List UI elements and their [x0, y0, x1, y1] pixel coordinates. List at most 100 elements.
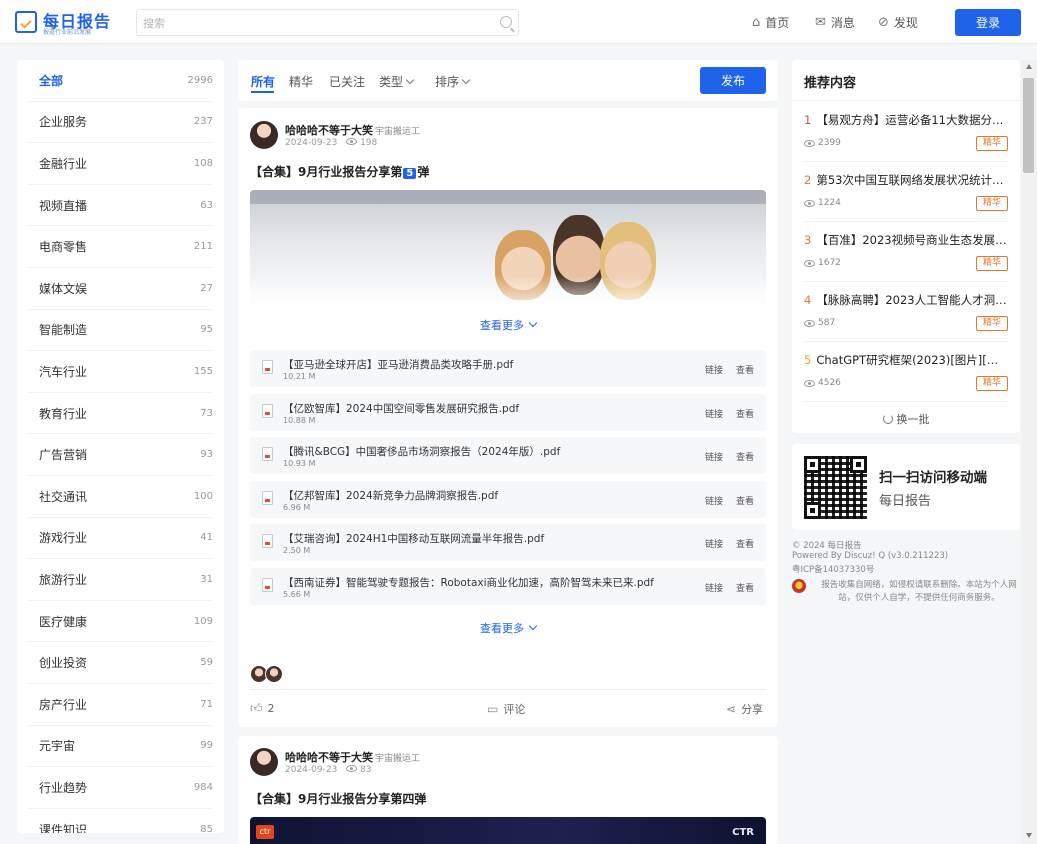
recommend-item[interactable]: 4 【脉脉高聘】2023人工智能人才洞察报告 587 精华	[804, 282, 1008, 342]
attachment-item[interactable]: 【亿欧智库】2024中国空间零售发展研究报告.pdf 10.88 M 链接 查看	[250, 393, 766, 431]
attachment-name[interactable]: 【腾讯&BCG】中国奢侈品市场洞察报告（2024年版）.pdf	[283, 444, 560, 459]
post-hero-image[interactable]: ctr CTR	[250, 817, 766, 844]
scrollbar[interactable]	[1021, 60, 1037, 844]
author-avatar[interactable]	[250, 121, 278, 149]
post-title[interactable]: 【合集】9月行业报告分享第四弹	[250, 790, 426, 807]
post-card: 哈哈哈不等于大笑 宇宙搬运工 2024-09-23 198 【合集】9月行业报告…	[238, 108, 778, 727]
attachment-name[interactable]: 【亿欧智库】2024中国空间零售发展研究报告.pdf	[283, 401, 519, 416]
search-box[interactable]	[136, 9, 519, 36]
recommend-item-title[interactable]: 1 【易观方舟】运营必备11大数据分析模型	[804, 112, 1008, 128]
attachment-view-button[interactable]: 查看	[736, 581, 754, 594]
chevron-down-icon	[461, 75, 471, 85]
category-item[interactable]: 智能制造 95	[27, 310, 213, 352]
recommend-item-title[interactable]: 3 【百准】2023视频号商业生态发展报告	[804, 232, 1008, 248]
category-item[interactable]: 教育行业 73	[27, 393, 213, 435]
recommend-item-title[interactable]: 2 第53次中国互联网络发展状况统计报告	[804, 172, 1008, 188]
attachment-item[interactable]: 【艾瑞咨询】2024H1中国移动互联网流量半年报告.pdf 2.50 M 链接 查看	[250, 524, 766, 562]
site-logo[interactable]: 每日报告 报道行业前沿发展	[15, 9, 115, 37]
category-item[interactable]: 全部 2996	[27, 60, 213, 102]
tab-sort[interactable]: 排序	[435, 73, 471, 90]
icp-number[interactable]: 粤ICP备14037330号	[792, 563, 874, 575]
tab-essence[interactable]: 精华	[289, 73, 313, 90]
attachment-link-button[interactable]: 链接	[705, 407, 723, 420]
category-item[interactable]: 社交通讯 100	[27, 476, 213, 518]
attachment-view-button[interactable]: 查看	[736, 494, 754, 507]
recommend-rank: 3	[804, 233, 812, 247]
attachment-link-button[interactable]: 链接	[705, 450, 723, 463]
like-button[interactable]: 👍︎ 2	[250, 701, 275, 716]
view-more-content-link[interactable]: 查看更多	[238, 317, 778, 333]
comment-icon: ▭	[487, 702, 499, 716]
tab-type[interactable]: 类型	[379, 73, 415, 90]
post-hero-image[interactable]	[250, 190, 766, 315]
author-name[interactable]: 哈哈哈不等于大笑	[285, 122, 373, 138]
category-count: 63	[200, 199, 213, 211]
scroll-up-arrow-icon[interactable]	[1026, 64, 1032, 69]
attachment-name[interactable]: 【亿邦智库】2024新竞争力品牌洞察报告.pdf	[283, 488, 498, 503]
category-item[interactable]: 电商零售 211	[27, 226, 213, 268]
search-icon[interactable]	[500, 16, 512, 28]
attachment-item[interactable]: 【亚马逊全球开店】亚马逊消费品类攻略手册.pdf 10.21 M 链接 查看	[250, 350, 766, 387]
attachment-item[interactable]: 【西南证券】智能驾驶专题报告：Robotaxi商业化加速，高阶智驾未来已来.pd…	[250, 568, 766, 605]
category-item[interactable]: 媒体文娱 27	[27, 268, 213, 310]
attachment-name[interactable]: 【亚马逊全球开店】亚马逊消费品类攻略手册.pdf	[283, 357, 513, 372]
category-item[interactable]: 行业趋势 984	[27, 767, 213, 809]
attachment-name[interactable]: 【艾瑞咨询】2024H1中国移动互联网流量半年报告.pdf	[283, 531, 544, 546]
post-title[interactable]: 【合集】9月行业报告分享第 5 弹	[250, 163, 429, 180]
qr-finder	[804, 502, 821, 519]
category-item[interactable]: 游戏行业 41	[27, 518, 213, 560]
category-item[interactable]: 金融行业 108	[27, 143, 213, 185]
tab-all[interactable]: 所有	[251, 73, 275, 90]
attachment-view-button[interactable]: 查看	[736, 537, 754, 550]
publish-button[interactable]: 发布	[700, 67, 766, 94]
attachment-view-button[interactable]: 查看	[736, 450, 754, 463]
attachment-link-button[interactable]: 链接	[705, 494, 723, 507]
attachment-item[interactable]: 【亿邦智库】2024新竞争力品牌洞察报告.pdf 6.96 M 链接 查看	[250, 480, 766, 518]
category-item[interactable]: 汽车行业 155	[27, 351, 213, 393]
recommend-item-title[interactable]: 4 【脉脉高聘】2023人工智能人才洞察报告	[804, 292, 1008, 308]
attachment-view-button[interactable]: 查看	[736, 363, 754, 376]
attachment-view-button[interactable]: 查看	[736, 407, 754, 420]
pdf-file-icon	[262, 403, 273, 418]
scroll-down-arrow-icon[interactable]	[1026, 833, 1032, 838]
post-views: 198	[360, 138, 378, 148]
author-avatar[interactable]	[250, 748, 278, 776]
liker-avatars[interactable]	[250, 665, 286, 683]
view-more-files-link[interactable]: 查看更多	[238, 620, 778, 636]
nav-messages[interactable]: ✉ 消息	[815, 14, 855, 31]
category-item[interactable]: 旅游行业 31	[27, 559, 213, 601]
pdf-file-icon	[262, 360, 273, 374]
attachment-link-button[interactable]: 链接	[705, 363, 723, 376]
attachment-name[interactable]: 【西南证券】智能驾驶专题报告：Robotaxi商业化加速，高阶智驾未来已来.pd…	[283, 575, 654, 590]
attachment-link-button[interactable]: 链接	[705, 537, 723, 550]
tab-followed[interactable]: 已关注	[329, 73, 365, 90]
attachment-item[interactable]: 【腾讯&BCG】中国奢侈品市场洞察报告（2024年版）.pdf 10.93 M 链接…	[250, 437, 766, 475]
recommend-item-title[interactable]: 5 ChatGPT研究框架(2023)[图片][附件]	[804, 352, 1008, 368]
search-input[interactable]	[143, 14, 483, 32]
attachment-link-button[interactable]: 链接	[705, 581, 723, 594]
category-item[interactable]: 课件知识 85	[27, 809, 213, 833]
category-item[interactable]: 企业服务 237	[27, 102, 213, 144]
nav-home[interactable]: ⌂ 首页	[752, 14, 789, 31]
category-count: 211	[193, 241, 213, 253]
scroll-thumb[interactable]	[1023, 78, 1034, 173]
category-item[interactable]: 广告营销 93	[27, 434, 213, 476]
category-item[interactable]: 元宇宙 99	[27, 726, 213, 768]
category-item[interactable]: 视频直播 63	[27, 185, 213, 227]
category-label: 旅游行业	[39, 572, 88, 587]
category-item[interactable]: 医疗健康 109	[27, 601, 213, 643]
category-item[interactable]: 房产行业 71	[27, 684, 213, 726]
refresh-button[interactable]: 换一批	[792, 411, 1020, 427]
recommend-item[interactable]: 5 ChatGPT研究框架(2023)[图片][附件] 4526 精华	[804, 342, 1008, 402]
powered-by[interactable]: Powered By Discuz! Q (v3.0.211223)	[792, 551, 948, 561]
share-button[interactable]: ⋖ 分享	[726, 701, 763, 717]
author-name[interactable]: 哈哈哈不等于大笑	[285, 749, 373, 765]
eye-icon	[804, 199, 815, 207]
nav-discover[interactable]: ⊘ 发现	[878, 14, 918, 31]
recommend-item[interactable]: 2 第53次中国互联网络发展状况统计报告 1224 精华	[804, 162, 1008, 222]
category-item[interactable]: 创业投资 59	[27, 642, 213, 684]
comment-button[interactable]: ▭ 评论	[487, 701, 525, 717]
recommend-item[interactable]: 1 【易观方舟】运营必备11大数据分析模型 2399 精华	[804, 102, 1008, 162]
login-button[interactable]: 登录	[955, 9, 1021, 36]
recommend-item[interactable]: 3 【百准】2023视频号商业生态发展报告 1672 精华	[804, 222, 1008, 282]
